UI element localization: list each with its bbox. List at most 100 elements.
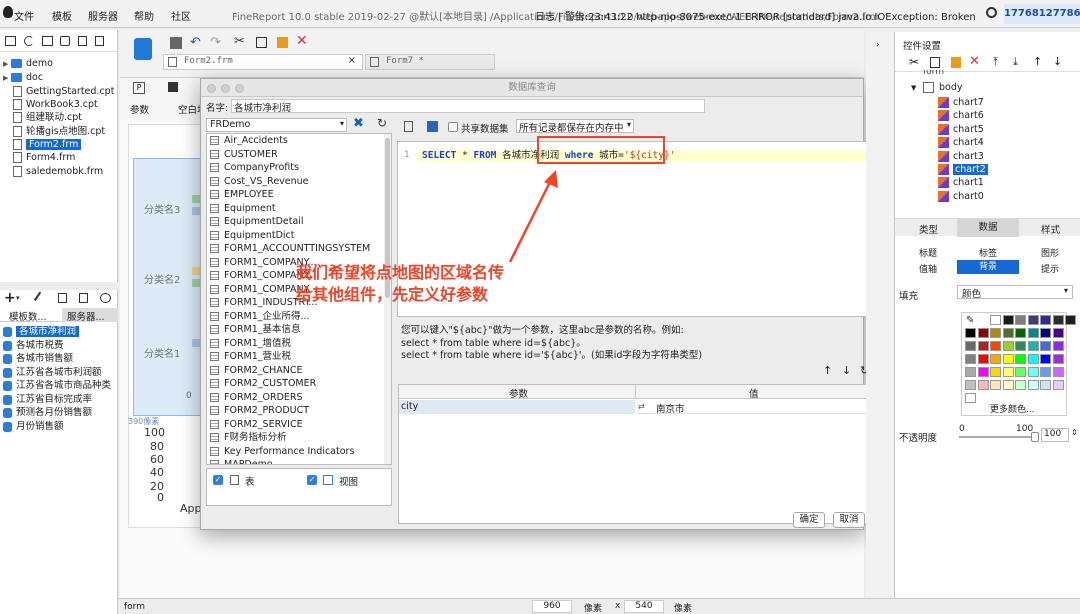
dataset-item[interactable]: 各城市销售额 bbox=[3, 352, 73, 365]
color-swatch[interactable] bbox=[1002, 367, 1014, 377]
color-swatch[interactable] bbox=[1027, 380, 1039, 390]
color-swatch[interactable] bbox=[1027, 341, 1039, 351]
close-icon[interactable]: × bbox=[348, 55, 356, 66]
table-item[interactable]: FORM2_PRODUCT bbox=[207, 404, 391, 418]
color-swatch[interactable] bbox=[1002, 354, 1014, 364]
move-up-icon[interactable]: ↑ bbox=[1033, 55, 1042, 68]
subtab-shape[interactable]: 图形 bbox=[1041, 246, 1059, 259]
tab-type[interactable]: 类型 bbox=[919, 222, 938, 236]
table-item[interactable]: Equipment bbox=[207, 202, 391, 216]
table-item[interactable]: CUSTOMER bbox=[207, 148, 391, 162]
color-swatch[interactable] bbox=[1052, 380, 1064, 390]
color-swatch[interactable] bbox=[1015, 315, 1026, 325]
move-bottom-icon[interactable]: ⤓ bbox=[1013, 55, 1018, 69]
minimize-window-icon[interactable] bbox=[221, 84, 230, 93]
color-swatch[interactable] bbox=[1015, 380, 1026, 390]
color-swatch[interactable] bbox=[1040, 315, 1051, 325]
param-value-cell[interactable]: ⇄ 南京市 bbox=[636, 400, 871, 415]
table-item[interactable]: Air_Accidents bbox=[207, 134, 391, 148]
paste-icon[interactable] bbox=[277, 37, 288, 48]
tree-chart-item[interactable]: chart3 bbox=[938, 150, 984, 163]
undo-icon[interactable]: ↶ bbox=[190, 35, 201, 50]
color-swatch[interactable] bbox=[965, 367, 976, 377]
table-item[interactable]: CompanyProfits bbox=[207, 161, 391, 175]
color-swatch[interactable] bbox=[1027, 315, 1039, 325]
ok-button[interactable]: 确定 bbox=[793, 512, 825, 528]
layout-icon[interactable] bbox=[168, 82, 178, 92]
color-swatch[interactable] bbox=[977, 354, 989, 364]
table-checkbox[interactable]: ✓ bbox=[213, 475, 223, 485]
color-swatch[interactable] bbox=[1040, 354, 1051, 364]
color-swatch[interactable] bbox=[1065, 315, 1076, 325]
user-account-badge[interactable]: 17768127786 bbox=[1004, 4, 1080, 24]
slider-thumb[interactable] bbox=[1031, 432, 1039, 442]
tree-form[interactable]: form bbox=[923, 70, 944, 76]
table-item[interactable]: EMPLOYEE bbox=[207, 188, 391, 202]
subtab-tooltip[interactable]: 提示 bbox=[1041, 262, 1059, 275]
tree-chart-item[interactable]: chart2 bbox=[938, 163, 988, 176]
share-checkbox[interactable] bbox=[448, 122, 458, 132]
table-item[interactable]: FORM1_基本信息 bbox=[207, 323, 391, 337]
color-swatch[interactable] bbox=[965, 354, 976, 364]
dataset-item[interactable]: 月份销售额 bbox=[3, 420, 64, 433]
color-swatch[interactable] bbox=[1002, 380, 1014, 390]
color-swatch[interactable] bbox=[1015, 354, 1026, 364]
color-swatch[interactable] bbox=[1027, 367, 1039, 377]
save-icon[interactable] bbox=[170, 37, 182, 49]
cut-icon[interactable]: ✂ bbox=[909, 55, 919, 69]
log-status[interactable]: 日志 | 警告:23:43:22 http-nio-8075-exec-1 ER… bbox=[535, 8, 975, 23]
color-swatch[interactable] bbox=[1052, 367, 1064, 377]
dataset-item[interactable]: 各城市税费 bbox=[3, 339, 64, 352]
color-swatch[interactable] bbox=[1040, 328, 1051, 338]
table-item[interactable]: FORM2_ORDERS bbox=[207, 391, 391, 405]
color-swatch[interactable] bbox=[1040, 367, 1051, 377]
color-swatch[interactable] bbox=[977, 380, 989, 390]
color-swatch[interactable] bbox=[1015, 328, 1026, 338]
dataset-name-input[interactable]: 各城市净利润 bbox=[231, 99, 705, 114]
cancel-button[interactable]: 取消 bbox=[833, 512, 865, 528]
tree-chart-item[interactable]: chart6 bbox=[938, 109, 984, 122]
color-swatch[interactable] bbox=[977, 341, 989, 351]
tab-form2[interactable]: Form2.frm × bbox=[163, 54, 363, 70]
move-down-icon[interactable]: ↓ bbox=[1053, 55, 1062, 68]
color-swatch[interactable] bbox=[977, 367, 989, 377]
color-swatch[interactable] bbox=[1002, 341, 1014, 351]
menu-file[interactable]: 文件 bbox=[14, 8, 34, 23]
delete-icon[interactable]: ✕ bbox=[969, 54, 980, 69]
preview-icon[interactable] bbox=[404, 121, 413, 132]
color-swatch[interactable] bbox=[1052, 354, 1064, 364]
collapse-icon[interactable]: › bbox=[876, 40, 880, 50]
widget-lib-icon[interactable] bbox=[134, 38, 152, 60]
move-up-icon[interactable]: ↑ bbox=[823, 364, 832, 377]
color-swatch[interactable] bbox=[1015, 341, 1026, 351]
table-item[interactable]: Cost_VS_Revenue bbox=[207, 175, 391, 189]
search-icon[interactable] bbox=[986, 7, 997, 18]
tab-server-data[interactable]: 服务器... bbox=[62, 308, 118, 323]
height-input[interactable]: 540 bbox=[624, 600, 664, 613]
color-swatch[interactable] bbox=[1040, 341, 1051, 351]
subtab-label[interactable]: 标签 bbox=[979, 246, 997, 259]
color-swatch[interactable] bbox=[965, 328, 976, 338]
table-item[interactable]: FORM2_CUSTOMER bbox=[207, 377, 391, 391]
copy-icon[interactable] bbox=[256, 37, 267, 48]
color-swatch[interactable] bbox=[1027, 328, 1039, 338]
eyedropper-icon[interactable]: ✎ bbox=[966, 315, 974, 326]
delete-icon[interactable] bbox=[95, 36, 104, 46]
color-swatch[interactable] bbox=[977, 328, 989, 338]
menu-template[interactable]: 模板 bbox=[52, 8, 72, 23]
file-item[interactable]: GettingStarted.cpt bbox=[3, 85, 114, 98]
file-item[interactable]: 组建联动.cpt bbox=[3, 111, 82, 124]
stepper-icon[interactable]: ⇕ bbox=[1071, 428, 1078, 437]
width-input[interactable]: 960 bbox=[532, 600, 572, 613]
color-swatch[interactable] bbox=[1052, 315, 1064, 325]
color-swatch[interactable] bbox=[1027, 354, 1039, 364]
connection-settings-icon[interactable]: ✖ bbox=[353, 116, 364, 131]
color-swatch[interactable] bbox=[990, 315, 1001, 325]
opacity-slider[interactable] bbox=[959, 432, 1039, 442]
dataset-item[interactable]: 江苏省各城市利润额 bbox=[3, 366, 102, 379]
delete-icon[interactable]: ✕ bbox=[296, 33, 308, 49]
refresh-icon[interactable] bbox=[24, 36, 34, 46]
lock-icon[interactable] bbox=[78, 36, 87, 46]
color-swatch[interactable] bbox=[990, 354, 1001, 364]
tab-data[interactable]: 数据 bbox=[957, 219, 1019, 237]
